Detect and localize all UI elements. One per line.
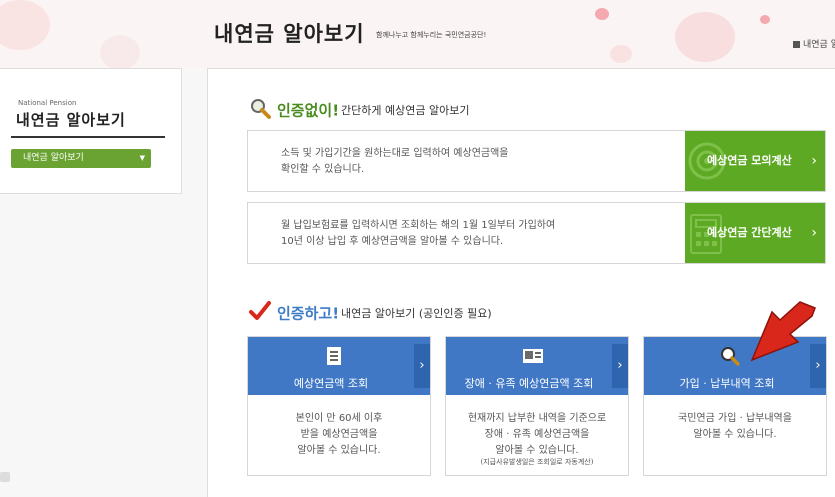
card-desc: 본인이 만 60세 이후받을 예상연금액을알아볼 수 있습니다. [248, 411, 430, 459]
calc-desc-line: 월 납입보험료를 입력하시면 조회하는 해의 1월 1일부터 가입하여 [281, 220, 556, 231]
caret-down-icon: ▼ [139, 154, 145, 162]
card-desc-line: 현재까지 납부한 내역을 기준으로 [467, 413, 607, 424]
chevron-right-icon: › [811, 225, 817, 241]
card-title: 가입 · 납부내역 조회 [679, 377, 775, 390]
card-header: 장애 · 유족 예상연금액 조회 › [446, 337, 628, 395]
nav-eyebrow: National Pension [18, 99, 77, 107]
page-title: 내연금 알아보기 [214, 22, 365, 46]
mock-calc-button[interactable]: 예상연금 모의계산 › [685, 131, 825, 191]
nav-title: 내연금 알아보기 [16, 111, 126, 129]
calc-item: 소득 및 가입기간을 원하는대로 입력하여 예상연금액을 확인할 수 있습니다. … [247, 130, 826, 192]
id-card-icon [523, 349, 543, 363]
card-desc: 국민연금 가입 · 납부내역을알아볼 수 있습니다. [644, 411, 826, 443]
chevron-right-icon: › [811, 153, 817, 169]
red-arrow-icon [750, 301, 816, 362]
section-emphasis: 인증하고! [277, 304, 340, 323]
search-icon [721, 347, 740, 366]
card-desc-line: 알아볼 수 있습니다. [297, 445, 381, 456]
heart-decoration [595, 8, 609, 20]
card-title: 장애 · 유족 예상연금액 조회 [464, 377, 594, 390]
calc-desc: 월 납입보험료를 입력하시면 조회하는 해의 1월 1일부터 가입하여 10년 이… [281, 218, 661, 250]
card-note: (지급사유발생일은 조회일로 자동계산) [480, 458, 594, 466]
calc-desc: 소득 및 가입기간을 원하는대로 입력하여 예상연금액을확인할 수 있습니다. [281, 146, 661, 178]
util-link-label: 내연금 알 [803, 40, 835, 50]
section-rest: 간단하게 예상연금 알아보기 [341, 104, 470, 117]
card-desc-line: 국민연금 가입 · 납부내역을 [678, 413, 792, 424]
mock-calc-label: 예상연금 모의계산 [707, 154, 792, 167]
heart-decoration [100, 35, 140, 68]
calc-desc-line: 확인할 수 있습니다. [281, 164, 365, 175]
simple-calc-button[interactable]: 예상연금 간단계산 › [685, 203, 825, 263]
square-icon [793, 41, 800, 48]
check-icon [249, 301, 271, 325]
page-subtitle: 함께나누고 함께누리는 국민연금공단! [376, 31, 487, 39]
util-link[interactable]: 내연금 알 [793, 37, 835, 50]
nav-divider [11, 136, 165, 138]
left-nav-panel: National Pension 내연금 알아보기 내연금 알아보기 ▼ [0, 68, 182, 194]
section-rest: 내연금 알아보기 (공인인증 필요) [341, 307, 492, 320]
heart-decoration [675, 12, 735, 62]
header-banner: 내연금 알아보기 함께나누고 함께누리는 국민연금공단! 내연금 알 [0, 0, 835, 68]
section-auth-heading: 인증하고! 내연금 알아보기 (공인인증 필요) [249, 301, 492, 325]
magnifier-icon [249, 97, 271, 123]
card-desc-line: 본인이 만 60세 이후 [295, 413, 383, 424]
section-emphasis: 인증없이! [277, 101, 340, 120]
chevron-right-icon[interactable]: › [612, 344, 628, 388]
nav-select-value: 내연금 알아보기 [23, 153, 84, 163]
section-no-auth-heading: 인증없이! 간단하게 예상연금 알아보기 [249, 97, 469, 123]
heart-decoration [760, 15, 770, 24]
card-title: 예상연금액 조회 [293, 377, 369, 390]
document-icon [327, 347, 341, 365]
card-desc-line: 알아볼 수 있습니다. [495, 445, 579, 456]
simple-calc-label: 예상연금 간단계산 [707, 226, 792, 239]
main-content: 인증없이! 간단하게 예상연금 알아보기 소득 및 가입기간을 원하는대로 입력하… [207, 68, 835, 497]
chevron-right-icon[interactable]: › [414, 344, 430, 388]
scroll-handle[interactable] [0, 472, 10, 482]
card-desc-line: 받을 예상연금액을 [300, 429, 378, 440]
expected-pension-card[interactable]: 예상연금액 조회 › 본인이 만 60세 이후받을 예상연금액을알아볼 수 있습… [247, 336, 431, 476]
card-desc: 현재까지 납부한 내역을 기준으로장애 · 유족 예상연금액을알아볼 수 있습니… [446, 411, 628, 459]
nav-select[interactable]: 내연금 알아보기 ▼ [11, 149, 151, 168]
card-header: 예상연금액 조회 › [248, 337, 430, 395]
card-desc-line: 장애 · 유족 예상연금액을 [484, 429, 590, 440]
heart-decoration [610, 45, 632, 63]
calc-desc-line: 10년 이상 납입 후 예상연금액을 알아볼 수 있습니다. [281, 236, 504, 247]
heart-decoration [0, 0, 50, 50]
calc-desc-line: 소득 및 가입기간을 원하는대로 입력하여 예상연금액을 [281, 148, 509, 159]
disability-survivor-card[interactable]: 장애 · 유족 예상연금액 조회 › 현재까지 납부한 내역을 기준으로장애 ·… [445, 336, 629, 476]
card-desc-line: 알아볼 수 있습니다. [693, 429, 777, 440]
calc-item: 월 납입보험료를 입력하시면 조회하는 해의 1월 1일부터 가입하여 10년 이… [247, 202, 826, 264]
